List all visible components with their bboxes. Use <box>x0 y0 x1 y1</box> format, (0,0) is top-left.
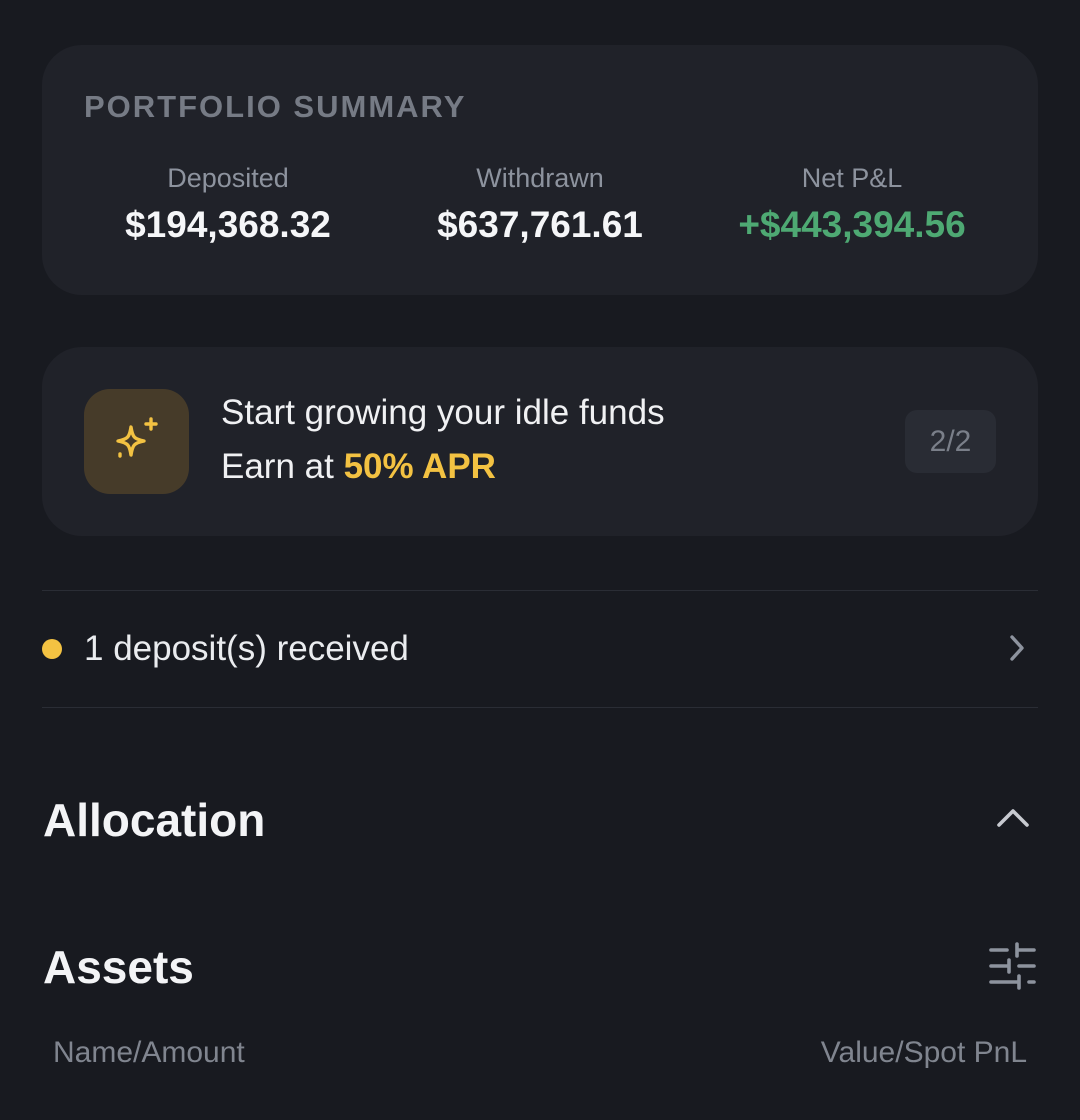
allocation-title: Allocation <box>43 794 266 846</box>
promo-apr: 50% APR <box>343 447 496 486</box>
portfolio-summary-card: PORTFOLIO SUMMARY Deposited $194,368.32 … <box>42 45 1038 295</box>
sparkle-icon <box>115 416 158 458</box>
promo-subline-prefix: Earn at <box>221 447 344 486</box>
chevron-up-icon[interactable] <box>995 806 1031 830</box>
column-header-name-amount[interactable]: Name/Amount <box>53 1036 245 1070</box>
promo-text: Start growing your idle funds Earn at 50… <box>221 393 665 487</box>
deposit-notice-text: 1 deposit(s) received <box>84 628 409 668</box>
earn-promo-banner[interactable]: Start growing your idle funds Earn at 50… <box>42 347 1038 536</box>
net-pnl-stat: Net P&L +$443,394.56 <box>702 163 1002 246</box>
portfolio-page: PORTFOLIO SUMMARY Deposited $194,368.32 … <box>0 0 1080 1120</box>
divider <box>42 707 1038 708</box>
deposited-label: Deposited <box>167 163 289 193</box>
withdrawn-value: $637,761.61 <box>437 204 643 245</box>
column-header-value-pnl[interactable]: Value/Spot PnL <box>821 1036 1027 1070</box>
withdrawn-stat: Withdrawn $637,761.61 <box>390 163 690 246</box>
status-dot <box>42 638 62 659</box>
promo-subline: Earn at 50% APR <box>221 447 665 487</box>
filter-sliders-icon[interactable] <box>988 941 1038 991</box>
promo-headline: Start growing your idle funds <box>221 393 665 432</box>
summary-title: PORTFOLIO SUMMARY <box>84 89 467 124</box>
promo-icon-box <box>84 389 189 494</box>
deposit-notice-row[interactable]: 1 deposit(s) received <box>42 590 1038 707</box>
promo-pager: 2/2 <box>905 410 996 473</box>
assets-title: Assets <box>43 941 194 993</box>
chevron-right-icon <box>1010 635 1024 661</box>
net-pnl-value: +$443,394.56 <box>738 204 966 245</box>
net-pnl-label: Net P&L <box>801 163 903 193</box>
deposited-stat: Deposited $194,368.32 <box>78 163 378 246</box>
withdrawn-label: Withdrawn <box>476 163 604 193</box>
deposited-value: $194,368.32 <box>125 204 331 245</box>
